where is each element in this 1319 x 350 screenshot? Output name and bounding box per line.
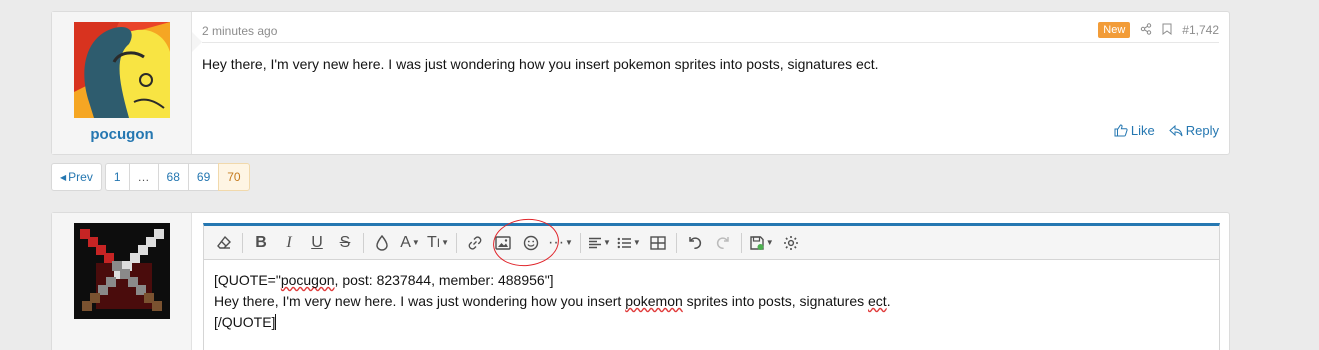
editor-line: Hey there, I'm very new here. I was just… xyxy=(214,291,1209,312)
page-69[interactable]: 69 xyxy=(187,163,220,191)
post-user-panel: pocugon xyxy=(52,12,192,154)
text: , post: 8237844, member: 488956"] xyxy=(334,272,554,288)
misspelled-word[interactable]: ect xyxy=(868,293,887,309)
post-actions: New #1,742 xyxy=(1098,22,1219,38)
prev-page-button[interactable]: ◀ Prev xyxy=(51,163,102,191)
page-68[interactable]: 68 xyxy=(157,163,189,191)
underline-icon[interactable]: U xyxy=(303,230,331,256)
post-footer: Like Reply xyxy=(1114,123,1219,138)
toolbar-separator xyxy=(579,232,581,253)
italic-icon[interactable]: I xyxy=(275,230,303,256)
page-current[interactable]: 70 xyxy=(218,163,250,191)
editor-toolbar: B I U S A ▼ T I ▼ ··· ▼ ▼ ▼ ▼ xyxy=(204,226,1219,260)
link-icon[interactable] xyxy=(461,230,489,256)
reply-user-panel xyxy=(52,213,192,350)
avatar[interactable] xyxy=(74,223,170,319)
redo-icon[interactable] xyxy=(709,230,737,256)
align-icon[interactable]: ▼ xyxy=(585,230,614,256)
table-icon[interactable] xyxy=(644,230,672,256)
user-arrow xyxy=(192,32,202,52)
text: sprites into posts, signatures xyxy=(682,293,868,309)
toolbar-separator xyxy=(363,232,364,253)
strike-icon[interactable]: S xyxy=(331,230,359,256)
page-ellipsis[interactable]: … xyxy=(128,163,159,191)
new-badge: New xyxy=(1098,22,1131,38)
misspelled-word[interactable]: pokemon xyxy=(625,293,683,309)
bold-icon[interactable]: B xyxy=(247,230,275,256)
post-message: pocugon 2 minutes ago New #1,742 Hey the… xyxy=(51,11,1230,155)
divider xyxy=(202,42,1219,43)
text: [QUOTE=" xyxy=(214,272,281,288)
reply-label: Reply xyxy=(1185,123,1219,138)
post-time[interactable]: 2 minutes ago xyxy=(202,24,277,38)
caret-left-icon: ◀ xyxy=(60,172,67,182)
font-size-icon[interactable]: A ▼ xyxy=(396,230,424,256)
eraser-icon[interactable] xyxy=(210,230,238,256)
editor-line: [QUOTE="pocugon, post: 8237844, member: … xyxy=(214,270,1209,291)
text-cursor xyxy=(275,314,277,330)
post-body: Hey there, I'm very new here. I was just… xyxy=(202,56,879,72)
text: . xyxy=(886,293,891,309)
bookmark-icon[interactable] xyxy=(1162,23,1172,38)
list-icon[interactable]: ▼ xyxy=(614,230,644,256)
text: Hey there, I'm very new here. I was just… xyxy=(214,293,626,309)
toolbar-separator xyxy=(675,232,677,253)
post-number[interactable]: #1,742 xyxy=(1182,23,1219,37)
editor-content[interactable]: [QUOTE="pocugon, post: 8237844, member: … xyxy=(204,260,1219,343)
username[interactable]: pocugon xyxy=(52,126,192,143)
undo-icon[interactable] xyxy=(681,230,709,256)
editor-line: [/QUOTE] xyxy=(214,312,1209,333)
thumbs-up-icon xyxy=(1114,124,1128,137)
toolbar-separator xyxy=(242,232,243,253)
like-label: Like xyxy=(1130,123,1155,138)
like-button[interactable]: Like xyxy=(1114,123,1155,138)
pagination: ◀ Prev 1 … 68 69 70 xyxy=(51,163,250,191)
share-icon[interactable] xyxy=(1140,22,1152,38)
rich-text-editor[interactable]: B I U S A ▼ T I ▼ ··· ▼ ▼ ▼ ▼ [QUOTE="po… xyxy=(203,223,1220,350)
prev-label: Prev xyxy=(68,170,93,184)
color-icon[interactable] xyxy=(368,230,396,256)
text: [/QUOTE] xyxy=(214,314,276,330)
toolbar-separator xyxy=(456,232,458,253)
avatar[interactable] xyxy=(74,22,170,118)
drafts-icon[interactable]: ▼ xyxy=(746,230,777,256)
reply-icon xyxy=(1169,124,1183,136)
settings-icon[interactable] xyxy=(777,230,805,256)
reply-button[interactable]: Reply xyxy=(1169,123,1219,138)
quick-reply: B I U S A ▼ T I ▼ ··· ▼ ▼ ▼ ▼ [QUOTE="po… xyxy=(51,212,1230,350)
misspelled-word[interactable]: pocugon xyxy=(281,272,335,288)
text-style-icon[interactable]: T I ▼ xyxy=(424,230,452,256)
toolbar-separator xyxy=(740,232,742,253)
page-1[interactable]: 1 xyxy=(104,163,130,191)
